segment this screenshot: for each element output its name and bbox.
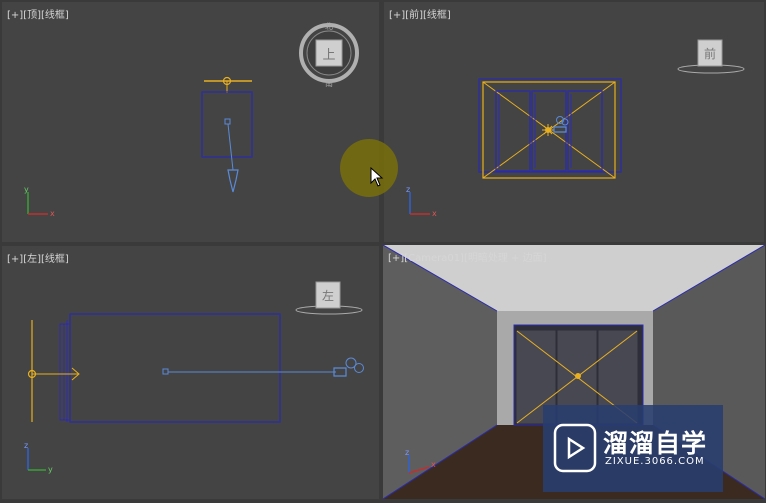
viewcube-front[interactable]: 前 (677, 39, 745, 74)
svg-text:z: z (406, 185, 410, 194)
door-object-left[interactable] (59, 313, 281, 423)
axis-gizmo-front: z x (406, 185, 437, 218)
svg-text:x: x (50, 209, 55, 218)
watermark-subtitle: ZIXUE.3066.COM (605, 456, 705, 467)
svg-text:y: y (24, 185, 29, 194)
axis-gizmo-left: z y (24, 441, 53, 474)
viewcube-top[interactable]: 上 北 南 (299, 22, 359, 88)
viewport-camera-view[interactable]: [Camera01] (404, 253, 464, 264)
svg-text:x: x (431, 460, 436, 469)
svg-text:z: z (405, 448, 409, 457)
watermark-logo-icon (553, 423, 597, 473)
viewport-top[interactable]: [+][顶][线框] 上 北 南 y x (2, 2, 379, 242)
viewport-camera-prefix[interactable]: [+] (388, 253, 404, 264)
viewport-left-scene: 左 z y (24, 281, 364, 474)
viewport-front-scene: 前 z x (406, 39, 745, 218)
light-object-left[interactable] (27, 320, 80, 422)
viewport-left[interactable]: [+][左][线框] 左 z y (2, 246, 379, 499)
viewport-top-scene: 上 北 南 y x (24, 22, 359, 218)
viewcube-left-label: 左 (322, 288, 334, 303)
door-object-top[interactable] (201, 76, 253, 158)
viewcube-front-label: 前 (704, 46, 716, 61)
svg-text:x: x (432, 209, 437, 218)
svg-text:y: y (48, 465, 53, 474)
watermark: 溜溜自学 ZIXUE.3066.COM (543, 405, 723, 492)
svg-text:南: 南 (325, 78, 333, 88)
camera-object-top[interactable] (224, 118, 239, 193)
svg-text:北: 北 (325, 22, 333, 31)
mouse-cursor-icon (370, 167, 384, 187)
svg-text:z: z (24, 441, 28, 450)
viewport-front[interactable]: [+][前][线框] 前 z x (384, 2, 764, 242)
camera-object-left[interactable] (162, 357, 364, 377)
viewcube-left[interactable]: 左 (295, 281, 363, 315)
axis-gizmo-top: y x (24, 185, 55, 218)
viewport-camera-mode[interactable]: [明暗处理 + 边面] (464, 253, 547, 264)
cursor-highlight (340, 139, 398, 197)
viewport-camera-label[interactable]: [+][Camera01][明暗处理 + 边面] (388, 249, 547, 264)
watermark-title: 溜溜自学 (603, 429, 708, 458)
viewcube-top-label: 上 (322, 48, 335, 63)
